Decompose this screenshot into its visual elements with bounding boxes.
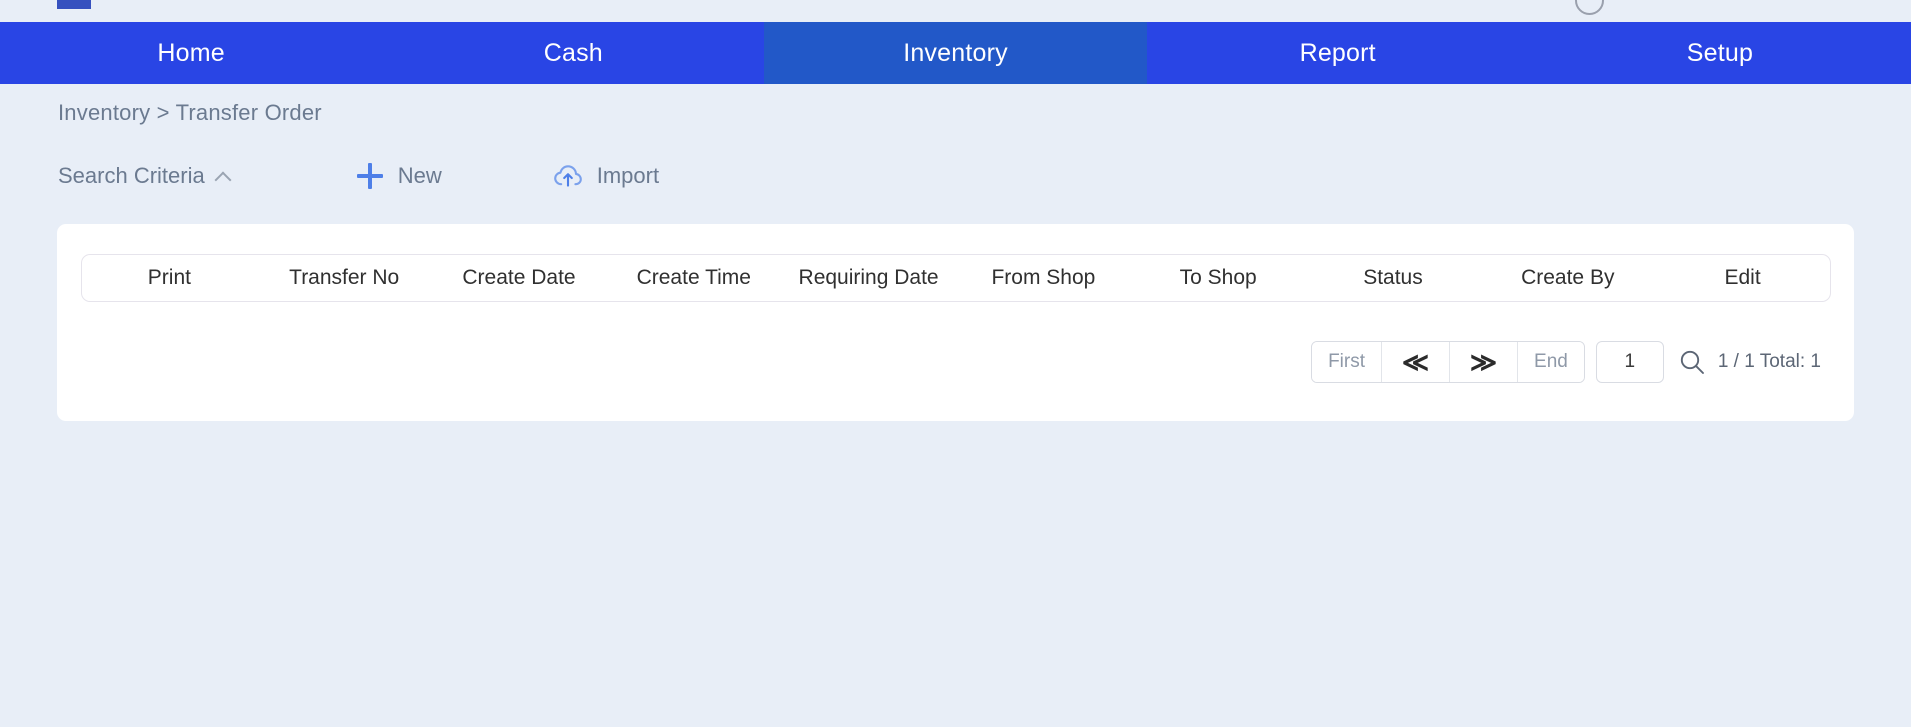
column-header-print[interactable]: Print — [82, 266, 257, 290]
search-criteria-toggle[interactable]: Search Criteria — [58, 158, 231, 194]
nav-tab-label: Home — [157, 38, 225, 67]
nav-tab-label: Setup — [1686, 38, 1754, 67]
import-button[interactable]: Import — [553, 158, 659, 194]
column-header-status[interactable]: Status — [1306, 266, 1481, 290]
column-header-transfer-no[interactable]: Transfer No — [257, 266, 432, 290]
pagination-button-group: First ≪ ≫ End — [1311, 341, 1585, 383]
nav-tab-cash[interactable]: Cash — [382, 22, 764, 84]
column-header-to-shop[interactable]: To Shop — [1131, 266, 1306, 290]
main-navigation: Home Cash Inventory Report Setup — [0, 22, 1911, 84]
search-icon[interactable] — [1678, 348, 1706, 376]
plus-icon — [356, 163, 383, 189]
user-avatar[interactable] — [1575, 0, 1604, 15]
transfer-order-card: Print Transfer No Create Date Create Tim… — [57, 224, 1854, 421]
pagination-bar: First ≪ ≫ End 1 / 1 Total: 1 — [81, 341, 1831, 383]
pagination-next-button[interactable]: ≫ — [1449, 342, 1518, 382]
pagination-summary: 1 / 1 Total: 1 — [1717, 351, 1821, 372]
nav-tab-report[interactable]: Report — [1147, 22, 1529, 84]
column-header-create-by[interactable]: Create By — [1480, 266, 1655, 290]
column-header-requiring-date[interactable]: Requiring Date — [781, 266, 956, 290]
pagination-end-button[interactable]: End — [1517, 342, 1584, 382]
column-header-create-time[interactable]: Create Time — [606, 266, 781, 290]
page-number-input[interactable] — [1595, 341, 1664, 383]
pagination-first-button[interactable]: First — [1312, 342, 1382, 382]
page-toolbar: Search Criteria New Import — [58, 158, 659, 194]
table-header-row: Print Transfer No Create Date Create Tim… — [81, 254, 1831, 302]
nav-tab-label: Cash — [543, 38, 603, 67]
pagination-prev-button[interactable]: ≪ — [1381, 342, 1450, 382]
app-logo-chip[interactable] — [57, 0, 91, 9]
nav-tab-label: Report — [1299, 38, 1376, 67]
column-header-from-shop[interactable]: From Shop — [956, 266, 1131, 290]
nav-tab-inventory[interactable]: Inventory — [764, 22, 1147, 84]
nav-tab-home[interactable]: Home — [0, 22, 382, 84]
nav-tab-setup[interactable]: Setup — [1529, 22, 1911, 84]
search-criteria-label: Search Criteria — [58, 163, 205, 188]
column-header-edit[interactable]: Edit — [1655, 266, 1830, 290]
column-header-create-date[interactable]: Create Date — [432, 266, 607, 290]
nav-tab-label: Inventory — [903, 38, 1008, 67]
top-strip — [0, 0, 1911, 22]
import-button-label: Import — [596, 163, 660, 188]
new-button-label: New — [397, 163, 442, 188]
cloud-upload-icon — [553, 163, 583, 189]
new-button[interactable]: New — [356, 158, 442, 194]
breadcrumb: Inventory > Transfer Order — [58, 100, 322, 125]
chevron-up-icon — [215, 168, 231, 184]
